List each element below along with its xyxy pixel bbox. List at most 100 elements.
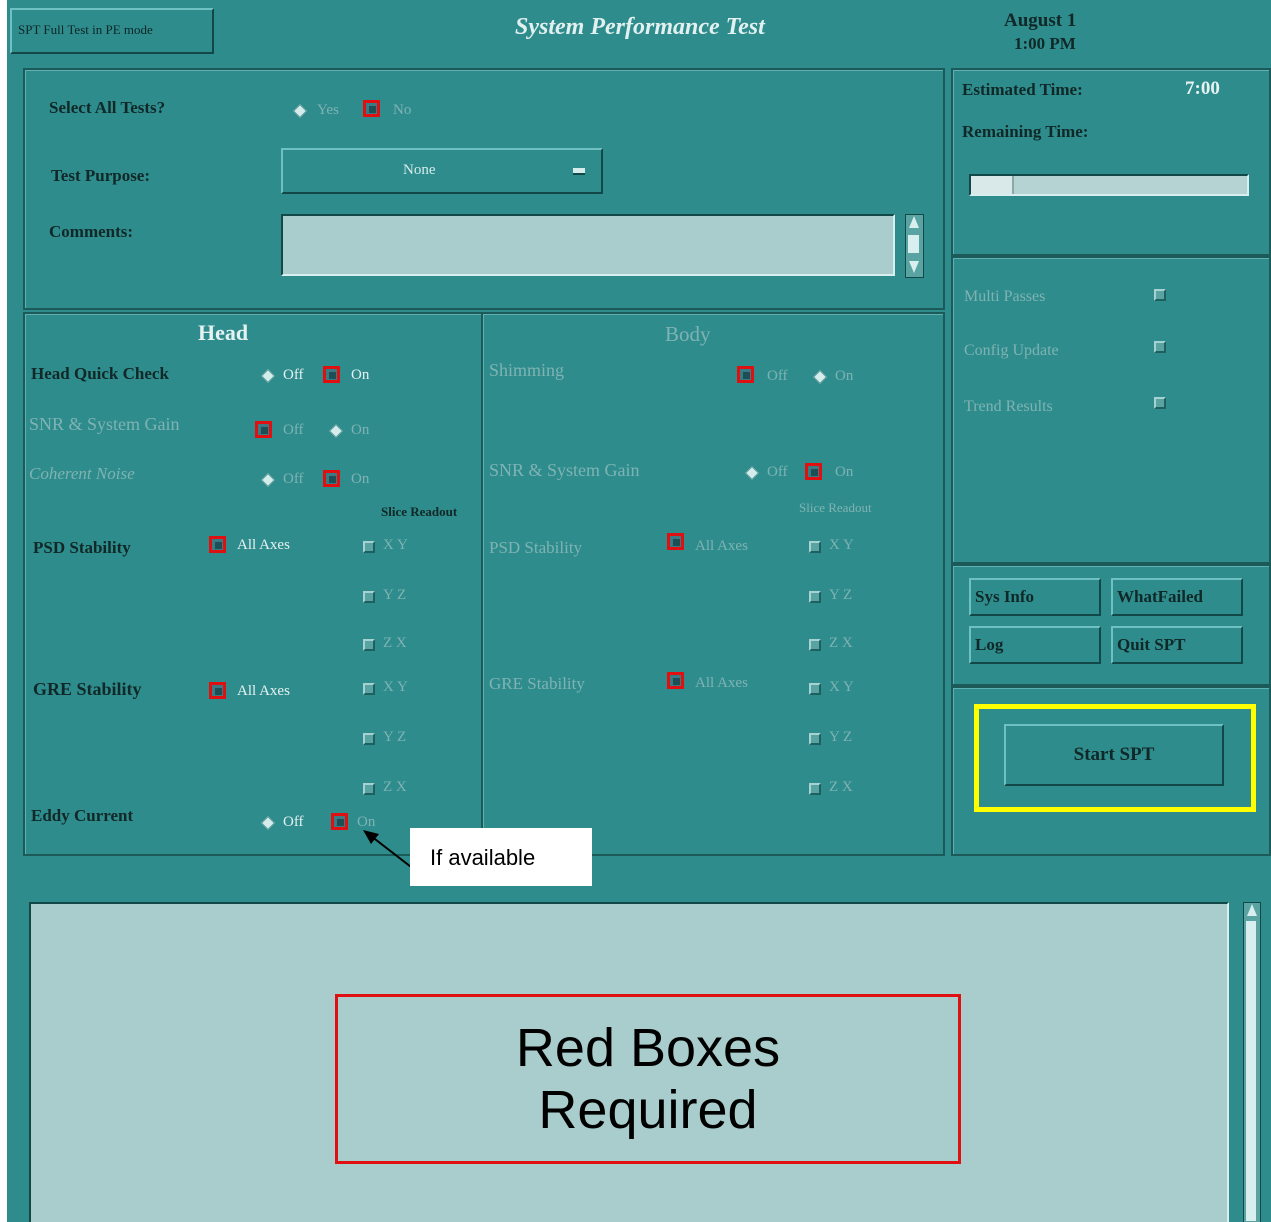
mode-label: SPT Full Test in PE mode (18, 22, 153, 37)
head-coherent-noise-label: Coherent Noise (29, 464, 135, 483)
body-snr-off-label: Off (767, 464, 788, 480)
start-spt-button[interactable]: Start SPT (1004, 724, 1224, 786)
config-update-label: Config Update (964, 342, 1059, 359)
header-date: August 1 (1004, 10, 1077, 31)
body-axes-label: X Y (829, 679, 854, 695)
if-available-text: If available (430, 845, 536, 870)
comments-label: Comments: (49, 222, 134, 241)
head-panel (23, 312, 483, 856)
log-scroll-thumb[interactable] (1246, 921, 1256, 1221)
head-snr-label: SNR & System Gain (29, 414, 180, 434)
header-time: 1:00 PM (1014, 34, 1076, 53)
mode-label-box: SPT Full Test in PE mode (10, 8, 214, 54)
sys-info-button[interactable]: Sys Info (969, 578, 1101, 616)
log-scrollbar[interactable] (1243, 902, 1261, 1222)
body-shimming-off-radio[interactable] (737, 366, 754, 383)
body-slice-readout-label: Slice Readout (799, 500, 872, 515)
head-axes-label: Y Z (383, 729, 407, 745)
head-quick-check-on-radio[interactable] (323, 366, 340, 383)
body-psd-xy-checkbox[interactable] (809, 541, 821, 553)
body-snr-on-label: On (835, 464, 854, 480)
head-psd-all-axes-checkbox[interactable] (209, 536, 226, 553)
head-gre-yz-checkbox[interactable] (363, 733, 375, 745)
head-gre-xy-checkbox[interactable] (363, 683, 375, 695)
body-gre-all-axes-label: All Axes (695, 675, 748, 691)
head-snr-off-label: Off (283, 422, 304, 438)
head-coherent-noise-on-label: On (351, 471, 370, 487)
body-gre-all-axes-checkbox[interactable] (667, 672, 684, 689)
quit-spt-button[interactable]: Quit SPT (1111, 626, 1243, 664)
red-boxes-text: Red Boxes Required (515, 1018, 781, 1140)
multi-passes-label: Multi Passes (964, 288, 1046, 305)
head-eddy-on-radio[interactable] (331, 813, 348, 830)
head-psd-zx-checkbox[interactable] (363, 639, 375, 651)
head-gre-all-axes-checkbox[interactable] (209, 682, 226, 699)
head-axes-label: Z X (383, 635, 407, 651)
red-boxes-callout: Red Boxes Required (335, 994, 961, 1164)
trend-results-checkbox[interactable] (1154, 397, 1166, 409)
body-gre-yz-checkbox[interactable] (809, 733, 821, 745)
dropdown-indicator-icon (573, 168, 585, 175)
head-coherent-noise-off-label: Off (283, 471, 304, 487)
head-gre-all-axes-label: All Axes (237, 683, 290, 699)
head-axes-label: Z X (383, 779, 407, 795)
test-purpose-dropdown[interactable]: None (281, 148, 603, 194)
scroll-up-icon[interactable] (909, 216, 919, 228)
head-quick-check-off-label: Off (283, 367, 304, 383)
comments-scrollbar[interactable] (905, 214, 924, 278)
head-title: Head (198, 320, 249, 345)
body-gre-xy-checkbox[interactable] (809, 683, 821, 695)
select-all-no-radio[interactable] (363, 100, 380, 117)
estimated-time-value: 7:00 (1185, 78, 1220, 99)
head-axes-label: Y Z (383, 587, 407, 603)
head-eddy-current-label: Eddy Current (31, 806, 134, 825)
head-axes-label: X Y (383, 537, 408, 553)
body-title: Body (665, 322, 711, 346)
head-quick-check-on-label: On (351, 367, 370, 383)
head-snr-on-label: On (351, 422, 370, 438)
head-psd-yz-checkbox[interactable] (363, 591, 375, 603)
test-purpose-label: Test Purpose: (51, 166, 151, 185)
trend-results-label: Trend Results (964, 398, 1053, 415)
scroll-down-icon[interactable] (909, 261, 919, 273)
body-psd-all-axes-checkbox[interactable] (667, 533, 684, 550)
comments-field[interactable] (281, 214, 895, 276)
head-psd-xy-checkbox[interactable] (363, 541, 375, 553)
body-gre-stability-label: GRE Stability (489, 674, 585, 693)
head-psd-stability-label: PSD Stability (33, 538, 131, 557)
progress-fill (971, 176, 1015, 194)
body-snr-label: SNR & System Gain (489, 460, 640, 480)
head-coherent-noise-on-radio[interactable] (323, 470, 340, 487)
body-shimming-off-label: Off (767, 368, 788, 384)
body-psd-zx-checkbox[interactable] (809, 639, 821, 651)
log-button[interactable]: Log (969, 626, 1101, 664)
spt-window: SPT Full Test in PE mode System Performa… (7, 0, 1271, 1222)
head-psd-all-axes-label: All Axes (237, 537, 290, 553)
body-axes-label: Z X (829, 779, 853, 795)
multi-passes-checkbox[interactable] (1154, 289, 1166, 301)
body-psd-all-axes-label: All Axes (695, 538, 748, 554)
body-psd-stability-label: PSD Stability (489, 538, 583, 557)
body-panel (481, 312, 945, 856)
log-scroll-up-icon[interactable] (1247, 904, 1257, 916)
body-axes-label: Y Z (829, 587, 853, 603)
scroll-thumb[interactable] (908, 235, 919, 253)
window-title: System Performance Test (515, 14, 765, 40)
body-axes-label: Z X (829, 635, 853, 651)
select-all-no-label: No (393, 102, 412, 118)
what-failed-button[interactable]: WhatFailed (1111, 578, 1243, 616)
body-axes-label: X Y (829, 537, 854, 553)
body-shimming-label: Shimming (489, 360, 565, 380)
test-purpose-value: None (403, 162, 436, 178)
progress-bar (969, 174, 1249, 196)
body-snr-on-radio[interactable] (805, 463, 822, 480)
select-all-yes-label: Yes (317, 102, 339, 118)
body-gre-zx-checkbox[interactable] (809, 783, 821, 795)
estimated-time-label: Estimated Time: (962, 80, 1083, 99)
head-eddy-off-label: Off (283, 814, 304, 830)
head-snr-off-radio[interactable] (255, 421, 272, 438)
head-gre-zx-checkbox[interactable] (363, 783, 375, 795)
body-psd-yz-checkbox[interactable] (809, 591, 821, 603)
config-update-checkbox[interactable] (1154, 341, 1166, 353)
body-shimming-on-label: On (835, 368, 854, 384)
